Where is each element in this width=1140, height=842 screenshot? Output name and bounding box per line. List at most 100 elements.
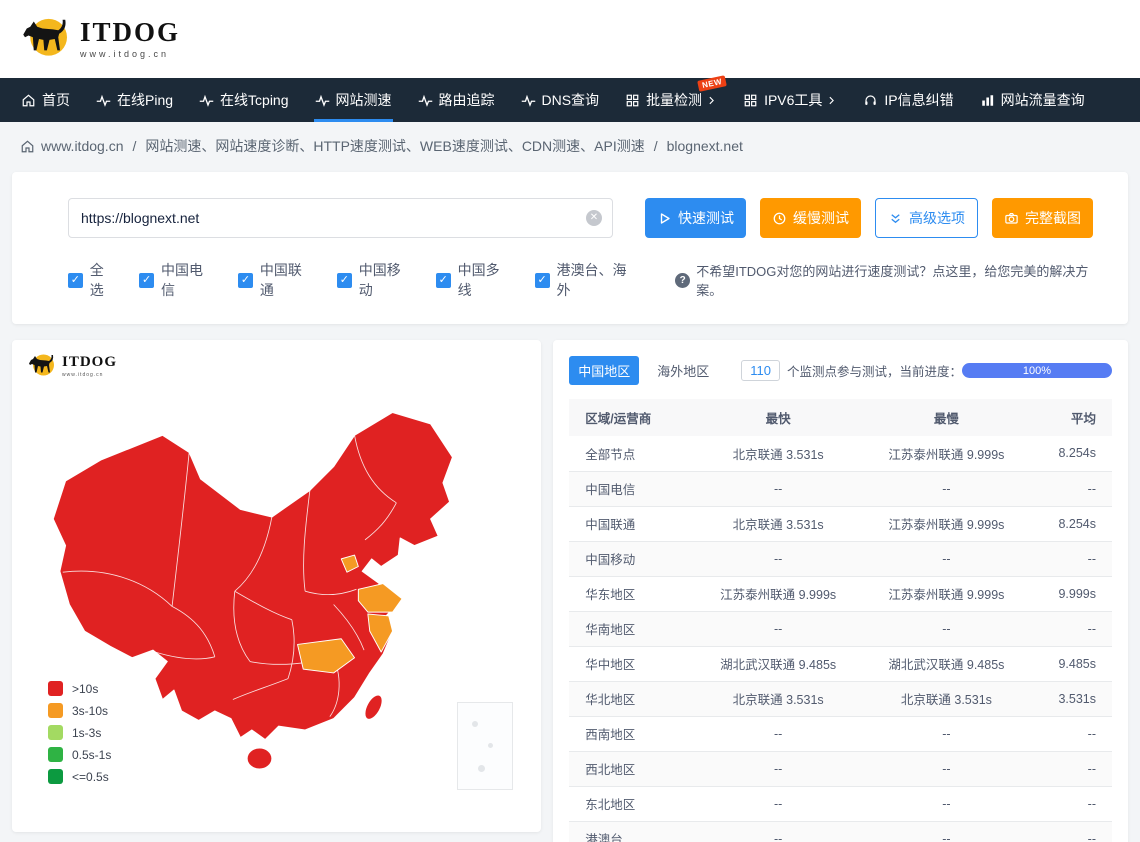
cell-slowest: -- (862, 541, 1030, 576)
tab-overseas-region[interactable]: 海外地区 (651, 356, 715, 385)
checkbox-checked-icon: ✓ (238, 273, 253, 288)
checkbox-label: 中国电信 (161, 260, 216, 300)
breadcrumb: www.itdog.cn / 网站测速、网站速度诊断、HTTP速度测试、WEB速… (0, 122, 1140, 168)
slow-test-label: 缓慢测试 (793, 208, 849, 228)
cell-fastest: -- (694, 786, 862, 821)
cell-slowest: 江苏泰州联通 9.999s (862, 506, 1030, 541)
cell-average: -- (1031, 751, 1112, 786)
nav-label: IPV6工具 (764, 90, 822, 110)
legend-swatch (48, 681, 63, 696)
cell-region: 中国电信 (569, 471, 694, 506)
table-row-china-mobile: 中国移动 -- -- -- (569, 541, 1112, 576)
results-table: 区域/运营商 最快 最慢 平均 全部节点 北京联通 3.531s 江苏泰州联通 … (569, 399, 1112, 842)
full-screenshot-button[interactable]: 完整截图 (992, 198, 1093, 238)
table-header-row: 区域/运营商 最快 最慢 平均 (569, 399, 1112, 436)
cell-fastest: -- (694, 716, 862, 751)
nav-item-traceroute[interactable]: 路由追踪 (405, 78, 508, 122)
table-row-central-china: 华中地区 湖北武汉联通 9.485s 湖北武汉联通 9.485s 9.485s (569, 646, 1112, 681)
play-icon (657, 211, 672, 226)
dog-logo-icon (26, 350, 58, 382)
nav-label: IP信息纠错 (884, 90, 953, 110)
main-nav: 首页 在线Ping 在线Tcping 网站测速 路由追踪 DNS查询 NEW 批… (0, 78, 1140, 122)
cell-region: 华南地区 (569, 611, 694, 646)
south-china-sea-inset (457, 702, 513, 790)
legend-label: <=0.5s (72, 770, 109, 784)
nav-item-batch-check[interactable]: NEW 批量检测 (612, 78, 730, 122)
cell-fastest: 北京联通 3.531s (694, 681, 862, 716)
cell-average: 3.531s (1031, 681, 1112, 716)
checkbox-label: 中国多线 (458, 260, 513, 300)
progress-label: 100% (1023, 365, 1051, 377)
nav-label: 在线Ping (117, 90, 173, 110)
breadcrumb-home-link[interactable]: www.itdog.cn (20, 138, 123, 154)
cell-region: 中国联通 (569, 506, 694, 541)
table-row-china-unicom: 中国联通 北京联通 3.531s 江苏泰州联通 9.999s 8.254s (569, 506, 1112, 541)
opt-out-help-link[interactable]: ? 不希望ITDOG对您的网站进行速度测试？点这里，给您完美的解决方案。 (675, 261, 1108, 299)
nav-label: 首页 (42, 90, 70, 110)
nav-item-dns-query[interactable]: DNS查询 (508, 78, 613, 122)
cell-region: 西南地区 (569, 716, 694, 751)
cell-slowest: -- (862, 751, 1030, 786)
cell-average: -- (1031, 716, 1112, 751)
nav-item-ipv6-tools[interactable]: IPV6工具 (730, 78, 850, 122)
cell-average: -- (1031, 786, 1112, 821)
island-taiwan (361, 692, 385, 722)
camera-icon (1004, 211, 1019, 226)
fast-test-button[interactable]: 快速测试 (645, 198, 746, 238)
breadcrumb-separator: / (654, 138, 658, 154)
url-input[interactable] (68, 198, 613, 238)
nav-item-ip-correction[interactable]: IP信息纠错 (850, 78, 966, 122)
cell-average: -- (1031, 821, 1112, 842)
checkbox-select-all[interactable]: ✓ 全选 (68, 260, 117, 300)
nav-item-website-speedtest[interactable]: 网站测速 (302, 78, 405, 122)
cell-region: 西北地区 (569, 751, 694, 786)
fast-test-label: 快速测试 (678, 208, 734, 228)
checkbox-china-telecom[interactable]: ✓ 中国电信 (139, 260, 216, 300)
full-screenshot-label: 完整截图 (1025, 208, 1081, 228)
clock-icon (772, 211, 787, 226)
table-row-all-nodes: 全部节点 北京联通 3.531s 江苏泰州联通 9.999s 8.254s (569, 436, 1112, 471)
nav-item-ping[interactable]: 在线Ping (83, 78, 186, 122)
breadcrumb-section[interactable]: 网站测速、网站速度诊断、HTTP速度测试、WEB速度测试、CDN测速、API测速 (145, 136, 644, 156)
cell-slowest: 江苏泰州联通 9.999s (862, 576, 1030, 611)
nav-label: 在线Tcping (220, 90, 288, 110)
clear-input-icon[interactable]: ✕ (586, 210, 602, 226)
table-row-northeast-china: 东北地区 -- -- -- (569, 786, 1112, 821)
cell-region: 华东地区 (569, 576, 694, 611)
advanced-options-button[interactable]: 高级选项 (875, 198, 978, 238)
legend-label: 3s-10s (72, 704, 108, 718)
nav-item-tcping[interactable]: 在线Tcping (186, 78, 301, 122)
checkbox-hk-mo-tw-overseas[interactable]: ✓ 港澳台、海外 (535, 260, 639, 300)
checkbox-label: 中国联通 (260, 260, 315, 300)
chevron-right-icon (708, 95, 717, 106)
checkbox-checked-icon: ✓ (68, 273, 83, 288)
cell-slowest: 北京联通 3.531s (862, 681, 1030, 716)
legend-label: 0.5s-1s (72, 748, 111, 762)
legend-item: <=0.5s (48, 769, 111, 784)
legend-swatch (48, 725, 63, 740)
cell-slowest: -- (862, 611, 1030, 646)
pulse-icon (418, 93, 433, 108)
slow-test-button[interactable]: 缓慢测试 (760, 198, 861, 238)
cell-slowest: -- (862, 786, 1030, 821)
chevron-right-icon (828, 95, 837, 106)
china-mainland-shape (53, 413, 452, 740)
bar-chart-icon (980, 93, 995, 108)
nav-label: 路由追踪 (439, 90, 495, 110)
checkbox-china-multiline[interactable]: ✓ 中国多线 (436, 260, 513, 300)
island-hainan (247, 748, 272, 769)
tab-china-region[interactable]: 中国地区 (569, 356, 639, 385)
nav-label: DNS查询 (542, 90, 600, 110)
cell-slowest: 江苏泰州联通 9.999s (862, 436, 1030, 471)
itdog-logo[interactable]: ITDOG www.itdog.cn (18, 11, 180, 67)
checkbox-label: 全选 (90, 260, 118, 300)
checkbox-china-mobile[interactable]: ✓ 中国移动 (337, 260, 414, 300)
checkbox-checked-icon: ✓ (139, 273, 154, 288)
cell-average: 8.254s (1031, 506, 1112, 541)
table-row-north-china: 华北地区 北京联通 3.531s 北京联通 3.531s 3.531s (569, 681, 1112, 716)
nav-item-home[interactable]: 首页 (8, 78, 83, 122)
cell-average: -- (1031, 541, 1112, 576)
checkbox-china-unicom[interactable]: ✓ 中国联通 (238, 260, 315, 300)
checkbox-checked-icon: ✓ (436, 273, 451, 288)
nav-item-traffic-query[interactable]: 网站流量查询 (967, 78, 1098, 122)
